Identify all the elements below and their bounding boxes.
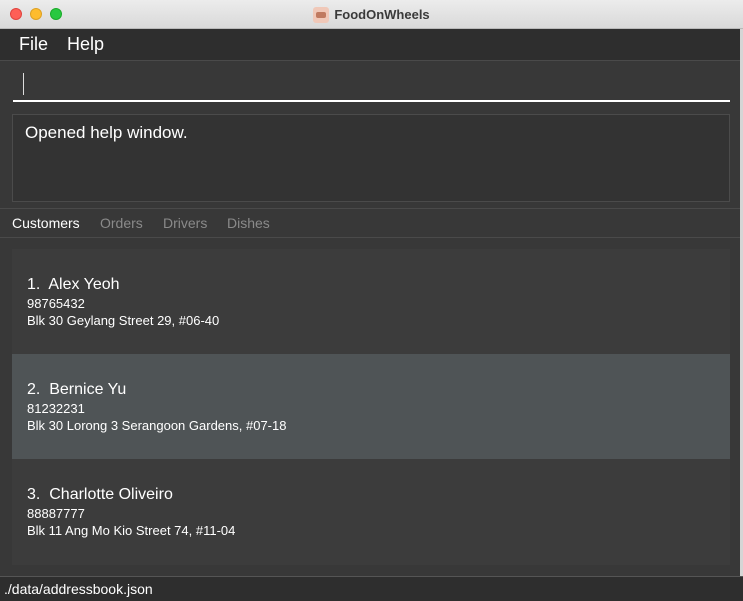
customer-address: Blk 30 Geylang Street 29, #06-40 <box>27 313 220 328</box>
customer-name: Charlotte Oliveiro <box>49 486 173 503</box>
menu-file[interactable]: File <box>19 34 48 55</box>
app-window: FoodOnWheels File Help Opened help windo… <box>0 0 743 601</box>
tab-drivers[interactable]: Drivers <box>163 215 207 231</box>
tab-orders[interactable]: Orders <box>100 215 143 231</box>
command-input[interactable] <box>13 69 730 102</box>
title-bar[interactable]: FoodOnWheels <box>0 0 743 29</box>
tab-dishes[interactable]: Dishes <box>227 215 270 231</box>
window-title: FoodOnWheels <box>334 7 430 22</box>
customer-name-line: 2. Bernice Yu <box>27 381 126 399</box>
menu-help[interactable]: Help <box>67 34 104 55</box>
customer-phone: 88887777 <box>27 506 85 521</box>
customer-index: 2. <box>27 381 41 398</box>
customer-list[interactable]: 1. Alex Yeoh 98765432 Blk 30 Geylang Str… <box>12 249 730 565</box>
customer-name-line: 3. Charlotte Oliveiro <box>27 486 173 504</box>
text-caret <box>23 73 24 95</box>
tab-customers[interactable]: Customers <box>12 215 80 231</box>
customer-name: Alex Yeoh <box>48 276 120 293</box>
command-area <box>0 61 743 109</box>
customer-card[interactable]: 3. Charlotte Oliveiro 88887777 Blk 11 An… <box>12 459 730 565</box>
customer-card[interactable]: 1. Alex Yeoh 98765432 Blk 30 Geylang Str… <box>12 249 730 354</box>
result-display[interactable]: Opened help window. <box>12 114 730 202</box>
customer-address: Blk 11 Ang Mo Kio Street 74, #11-04 <box>27 523 236 538</box>
customer-phone: 81232231 <box>27 401 85 416</box>
customer-index: 1. <box>27 276 41 293</box>
customer-address: Blk 30 Lorong 3 Serangoon Gardens, #07-1… <box>27 418 287 433</box>
tab-bar: Customers Orders Drivers Dishes <box>0 208 743 238</box>
status-bar: ./data/addressbook.json <box>0 576 743 601</box>
window-title-group: FoodOnWheels <box>0 0 743 29</box>
customer-phone: 98765432 <box>27 296 85 311</box>
customer-name: Bernice Yu <box>49 381 127 398</box>
result-message: Opened help window. <box>25 123 188 142</box>
food-truck-icon <box>313 6 330 23</box>
menu-bar: File Help <box>0 29 743 61</box>
data-file-path: ./data/addressbook.json <box>4 581 153 597</box>
customer-card-selected[interactable]: 2. Bernice Yu 81232231 Blk 30 Lorong 3 S… <box>12 354 730 459</box>
customer-index: 3. <box>27 486 41 503</box>
customer-name-line: 1. Alex Yeoh <box>27 276 120 294</box>
